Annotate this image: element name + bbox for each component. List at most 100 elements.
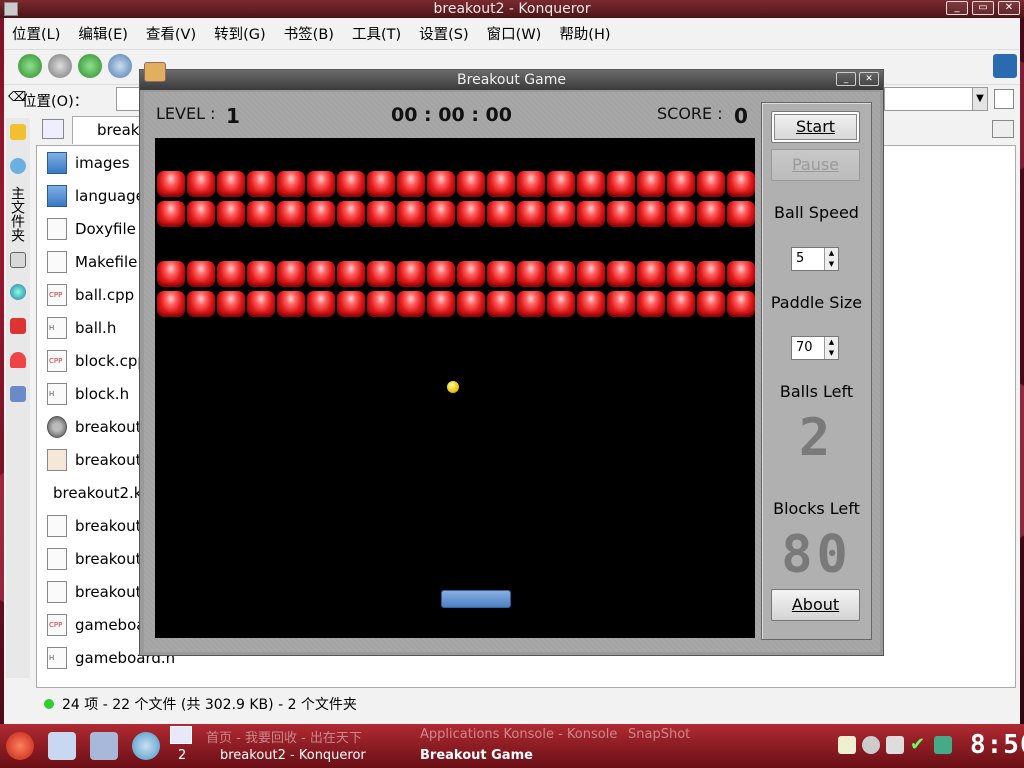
menu-settings[interactable]: 设置(S): [419, 23, 477, 44]
task-item[interactable]: Applications Konsole - Konsole: [420, 727, 617, 742]
folder-icon: [47, 185, 67, 207]
header-file-icon: H: [47, 647, 67, 669]
clock[interactable]: 8:50: [970, 730, 1024, 760]
desktop-icon[interactable]: [48, 732, 76, 760]
task-konqueror[interactable]: breakout2 - Konqueror: [220, 748, 366, 763]
pause-button[interactable]: Pause: [771, 149, 860, 181]
forward-icon[interactable]: [48, 54, 72, 78]
home-tab-icon[interactable]: [10, 252, 26, 268]
menu-window[interactable]: 窗口(W): [487, 23, 550, 44]
blocks-left-lcd: 80: [781, 525, 852, 585]
services-icon[interactable]: [10, 352, 26, 368]
menu-bookmarks[interactable]: 书签(B): [284, 23, 342, 44]
bookmarks-star-icon[interactable]: [10, 124, 26, 140]
spin-arrows-icon[interactable]: ▲ ▼: [824, 248, 838, 270]
list-item[interactable]: Hblock.h: [47, 379, 129, 409]
brick: [277, 171, 305, 197]
computer-icon[interactable]: [90, 732, 118, 760]
task-breakout-game[interactable]: Breakout Game: [420, 748, 533, 763]
paddle[interactable]: [441, 590, 511, 608]
menu-go[interactable]: 转到(G): [214, 23, 274, 44]
list-item[interactable]: CPP gameboa: [47, 610, 145, 640]
clipboard-icon[interactable]: [838, 736, 856, 754]
game-field[interactable]: [155, 138, 755, 638]
file-name: breakout: [75, 517, 142, 535]
menu-view[interactable]: 查看(V): [146, 23, 204, 44]
menu-edit[interactable]: 编辑(E): [78, 23, 135, 44]
history-icon[interactable]: [10, 158, 26, 174]
home-icon[interactable]: [108, 54, 132, 78]
text-file-icon: [47, 581, 67, 603]
keyboard-icon[interactable]: [886, 736, 904, 754]
minimize-button[interactable]: _: [946, 1, 968, 15]
list-item[interactable]: images: [47, 148, 130, 178]
list-item[interactable]: breakout: [47, 445, 142, 475]
list-item[interactable]: CPP ball.cpp: [47, 280, 134, 310]
list-item[interactable]: breakout: [47, 544, 142, 574]
brick: [697, 201, 725, 227]
menu-location[interactable]: 位置(L): [12, 23, 68, 44]
list-item[interactable]: language: [47, 181, 145, 211]
network-globe-icon[interactable]: [10, 284, 26, 300]
network-monitor-icon[interactable]: [934, 736, 952, 754]
brick: [577, 291, 605, 317]
list-item[interactable]: Makefile: [47, 247, 137, 277]
list-item[interactable]: breakout2.k: [53, 478, 143, 508]
media-icon[interactable]: [10, 318, 26, 334]
list-item[interactable]: breakout: [47, 412, 142, 442]
maximize-button[interactable]: ▭: [972, 1, 994, 15]
kmenu-icon[interactable]: [6, 732, 34, 760]
list-item[interactable]: Doxyfile: [47, 214, 136, 244]
text-file-icon: [47, 218, 67, 240]
brick: [697, 291, 725, 317]
go-icon[interactable]: [994, 89, 1014, 109]
close-tab-button[interactable]: [992, 120, 1014, 138]
brick: [517, 171, 545, 197]
file-name: images: [75, 154, 130, 172]
list-item[interactable]: Hball.h: [47, 313, 116, 343]
konqueror-titlebar[interactable]: breakout2 - Konqueror _ ▭ ✕: [0, 0, 1024, 18]
window-menu-icon[interactable]: [4, 2, 18, 16]
browser-icon[interactable]: [132, 732, 160, 760]
brick: [667, 171, 695, 197]
cpp-file-icon: CPP: [47, 350, 67, 372]
brick: [667, 291, 695, 317]
game-app-icon[interactable]: [144, 62, 166, 82]
brick: [697, 171, 725, 197]
brick: [727, 201, 755, 227]
game-titlebar[interactable]: Breakout Game _ ✕: [140, 62, 883, 90]
game-minimize-button[interactable]: _: [836, 72, 856, 86]
brick: [577, 261, 605, 287]
ball-speed-spinbox[interactable]: 5 ▲ ▼: [791, 247, 839, 271]
about-button[interactable]: About: [771, 589, 860, 621]
spin-arrows-icon[interactable]: ▲ ▼: [824, 337, 838, 359]
devices-icon[interactable]: [10, 386, 26, 402]
check-icon[interactable]: ✔: [910, 736, 928, 754]
brick: [187, 201, 215, 227]
sidebar-home-folder-tab[interactable]: 主文件夹: [9, 186, 27, 242]
pager-desktop[interactable]: [170, 726, 192, 744]
list-item[interactable]: CPP block.cpp: [47, 346, 147, 376]
brick: [187, 171, 215, 197]
tray-icon[interactable]: [862, 736, 880, 754]
up-icon[interactable]: [78, 54, 102, 78]
pager-number[interactable]: 2: [178, 748, 186, 763]
brick: [217, 291, 245, 317]
window-title: breakout2 - Konqueror: [433, 1, 591, 17]
game-close-button[interactable]: ✕: [859, 72, 879, 86]
text-file-icon: [47, 251, 67, 273]
list-item[interactable]: breakout: [47, 511, 142, 541]
new-tab-button[interactable]: [42, 119, 64, 139]
location-dropdown-icon[interactable]: ▼: [972, 87, 988, 111]
start-button[interactable]: Start: [771, 111, 860, 143]
list-item[interactable]: breakout: [47, 577, 142, 607]
menu-help[interactable]: 帮助(H): [559, 23, 618, 44]
close-button[interactable]: ✕: [998, 1, 1020, 15]
paddle-size-spinbox[interactable]: 70 ▲ ▼: [791, 336, 839, 360]
control-panel: Start Pause Ball Speed 5 ▲ ▼ Paddle Size …: [761, 102, 872, 640]
back-icon[interactable]: [18, 54, 42, 78]
task-item[interactable]: 首页 - 我要回收 - 出在天下: [206, 727, 362, 746]
menu-tools[interactable]: 工具(T): [352, 23, 409, 44]
task-item[interactable]: SnapShot: [628, 727, 690, 742]
brick: [487, 201, 515, 227]
